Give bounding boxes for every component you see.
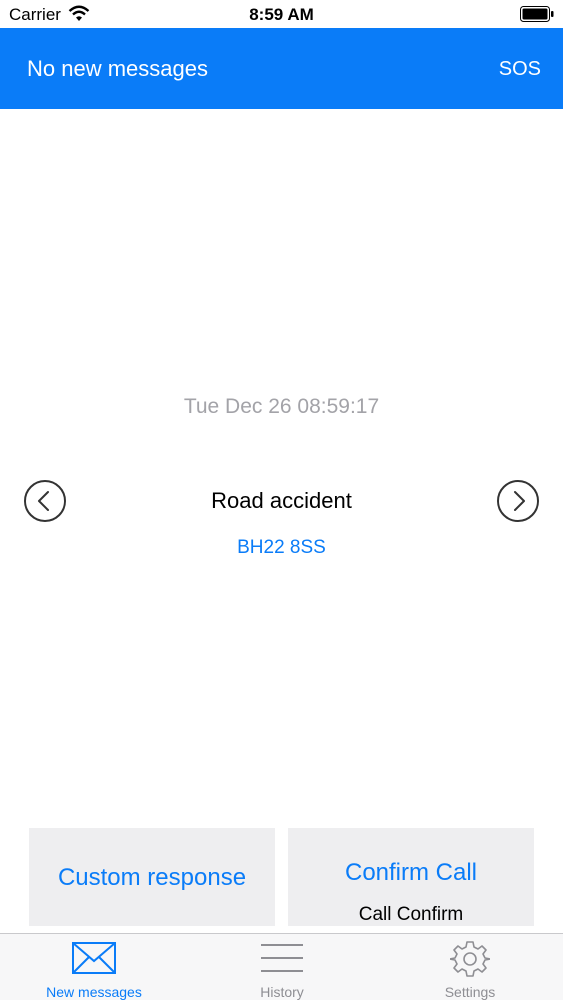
sos-button[interactable]: SOS — [499, 58, 541, 81]
status-bar: Carrier 8:59 AM — [0, 0, 563, 28]
custom-response-label: Custom response — [57, 864, 247, 891]
confirm-call-sublabel: Call Confirm — [358, 904, 464, 925]
message-timestamp: Tue Dec 26 08:59:17 — [183, 395, 380, 418]
tab-bar: New messages History Settings — [0, 933, 563, 1000]
message-title: Road accident — [211, 488, 352, 513]
tab-history[interactable]: History — [188, 934, 376, 1000]
custom-response-button[interactable]: Custom response — [29, 828, 275, 926]
confirm-call-label: Confirm Call — [344, 859, 478, 886]
tab-settings-label: Settings — [444, 984, 496, 1000]
next-message-button[interactable] — [497, 480, 539, 522]
message-view: Tue Dec 26 08:59:17 Road accident BH22 8… — [0, 109, 563, 934]
tab-new-messages[interactable]: New messages — [0, 934, 188, 1000]
chevron-right-icon — [514, 491, 525, 511]
envelope-icon — [72, 942, 116, 974]
confirm-call-button[interactable]: Confirm Call Call Confirm — [288, 828, 534, 926]
gear-icon — [450, 941, 490, 977]
nav-title: No new messages — [27, 56, 208, 81]
battery-icon — [520, 6, 554, 22]
vehicle-plate[interactable]: BH22 8SS — [0, 537, 563, 559]
tab-new-messages-label: New messages — [46, 984, 142, 1000]
nav-bar: No new messages SOS — [0, 28, 563, 109]
tab-settings[interactable]: Settings — [376, 934, 563, 1000]
list-icon — [261, 944, 303, 972]
tab-history-label: History — [260, 984, 304, 1000]
clock: 8:59 AM — [249, 5, 314, 24]
